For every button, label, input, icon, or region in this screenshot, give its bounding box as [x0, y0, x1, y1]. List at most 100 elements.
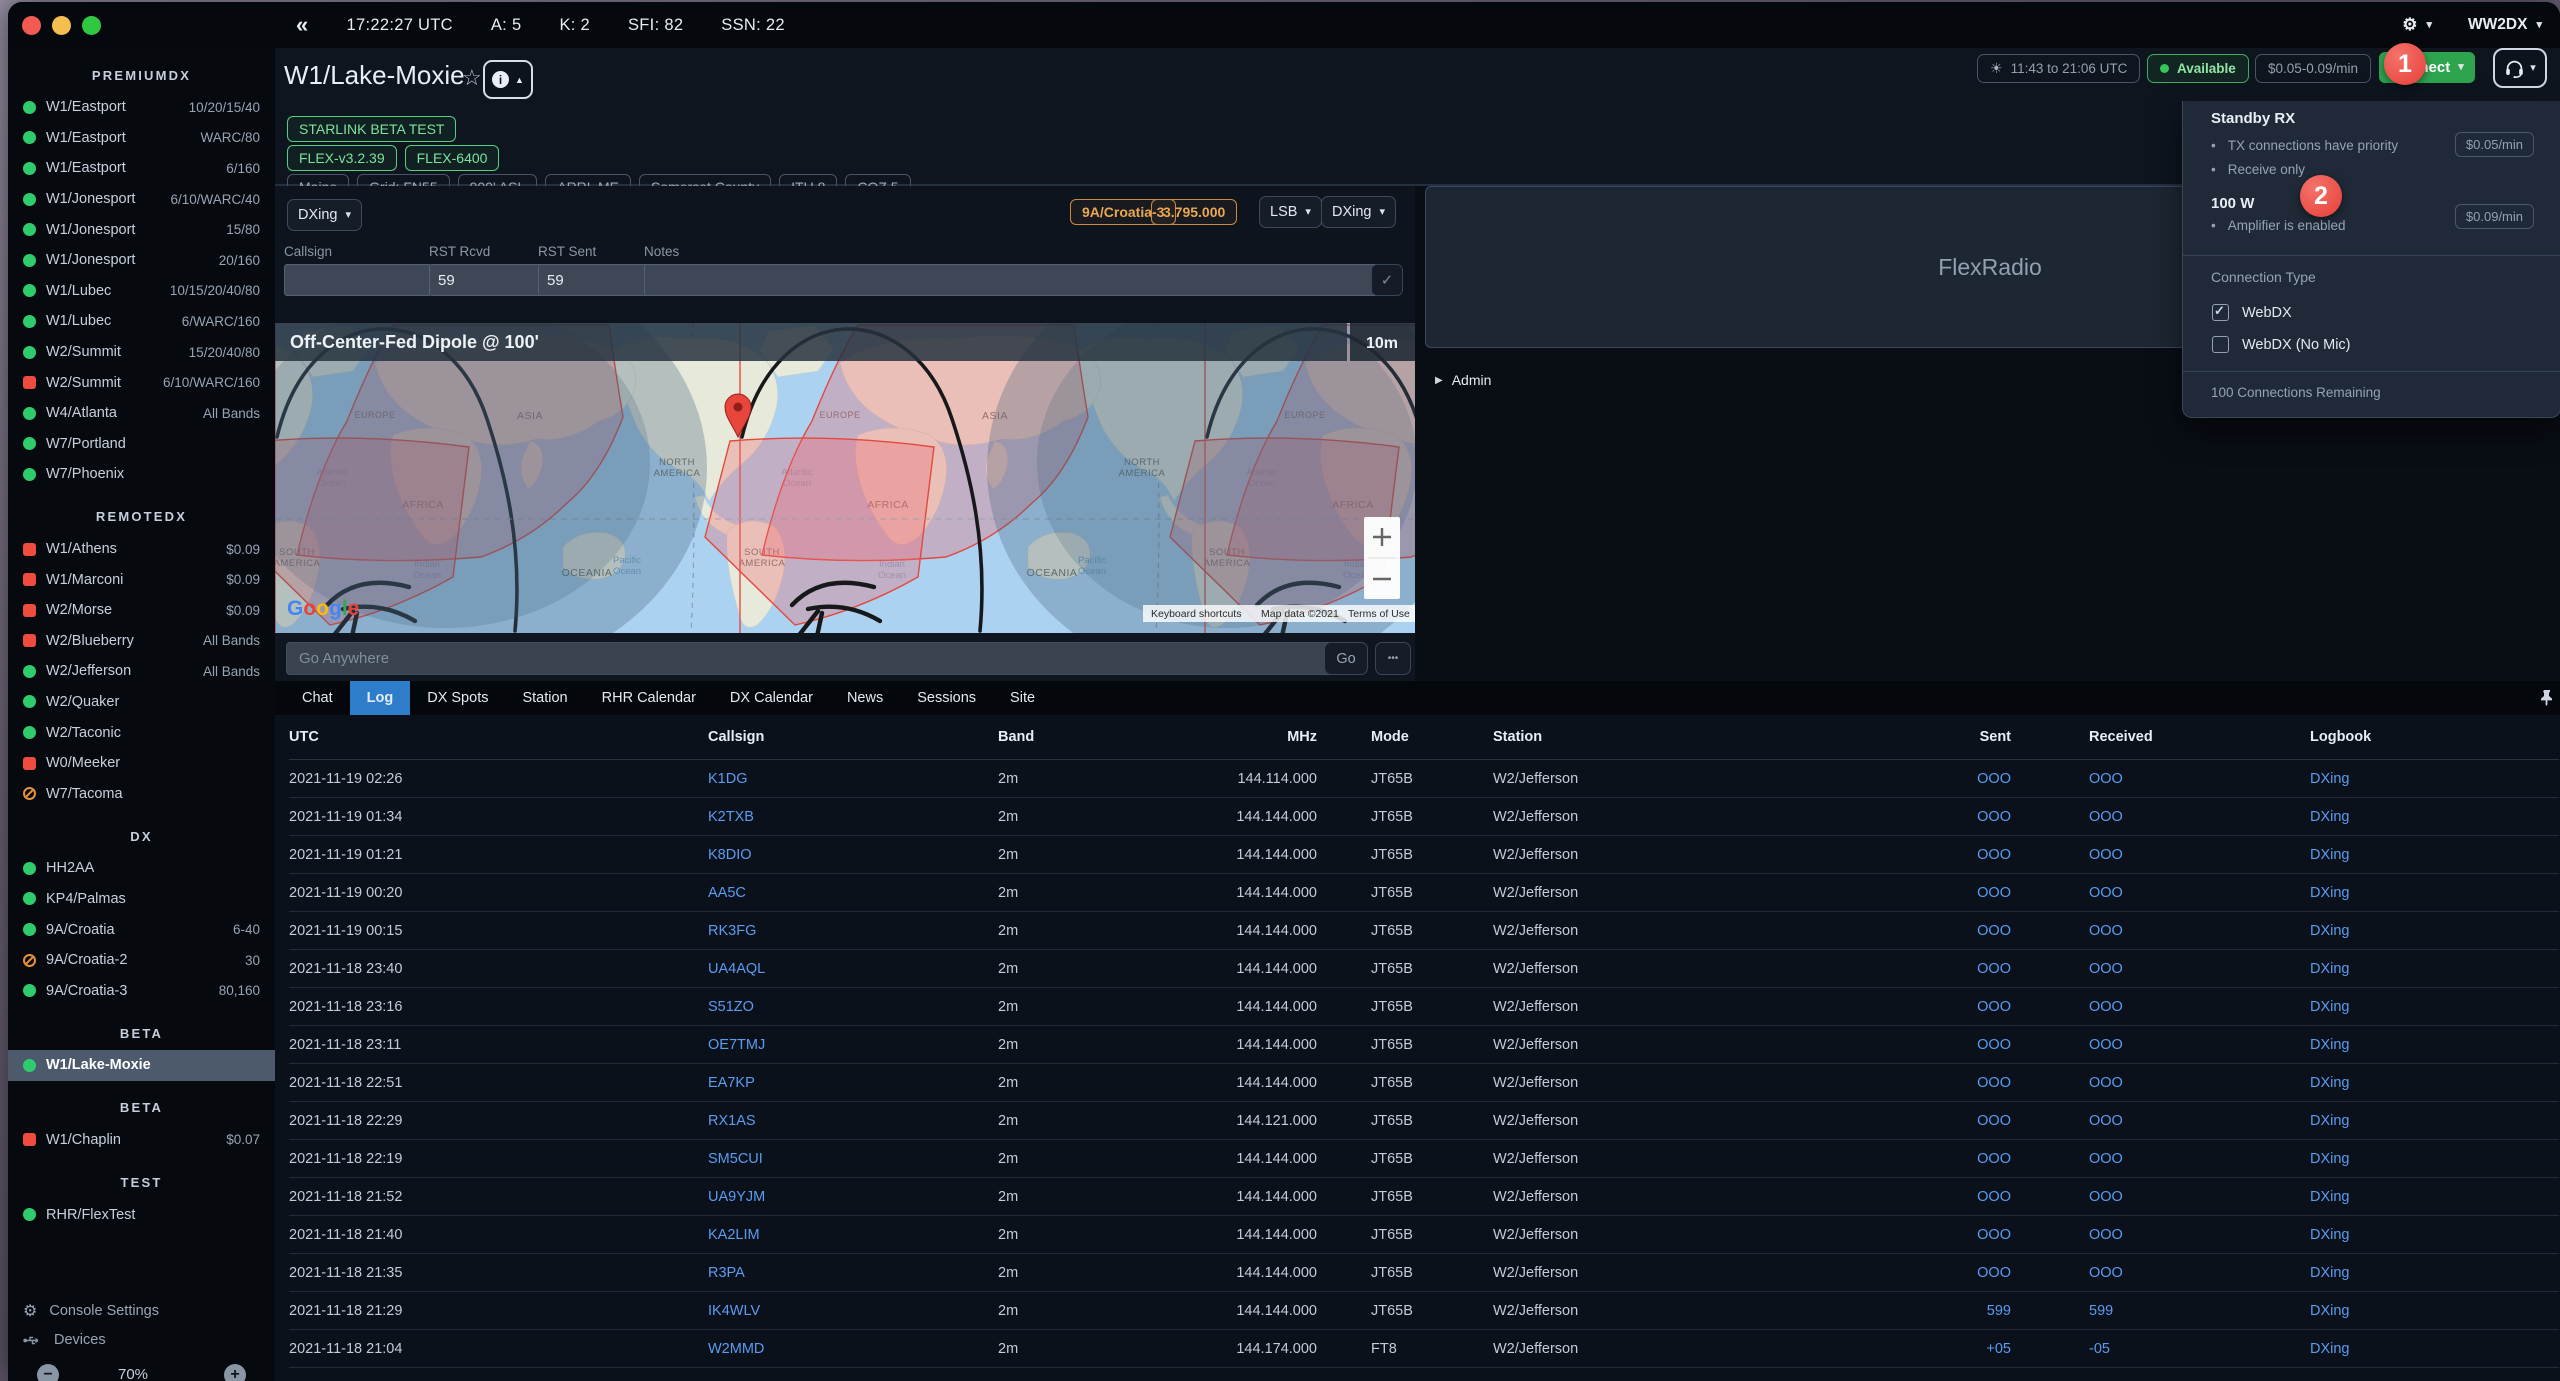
log-mode-select[interactable]: DXing ▾: [287, 199, 363, 231]
cell-rcvd[interactable]: OOO: [2011, 1063, 2310, 1102]
sidebar-item-rhr-flextest[interactable]: RHR/FlexTest: [8, 1199, 275, 1230]
console-settings-button[interactable]: ⚙ Console Settings: [23, 1301, 159, 1321]
sidebar-item-w2-morse[interactable]: W2/Morse $0.09: [8, 595, 275, 626]
sidebar-item-9a-croatia[interactable]: 9A/Croatia 6-40: [8, 914, 275, 945]
cell-log[interactable]: DXing: [2310, 835, 2559, 874]
cell-call[interactable]: R3PA: [708, 1253, 998, 1292]
sidebar-item-w7-phoenix[interactable]: W7/Phoenix: [8, 459, 275, 490]
cell-log[interactable]: DXing: [2310, 1063, 2559, 1102]
cell-rcvd[interactable]: OOO: [2011, 987, 2310, 1026]
cell-log[interactable]: DXing: [2310, 1101, 2559, 1140]
close-window-button[interactable]: [22, 16, 41, 35]
cell-call[interactable]: K2TXB: [708, 797, 998, 836]
tab-dx-spots[interactable]: DX Spots: [410, 681, 505, 715]
cell-sent[interactable]: OOO: [1907, 873, 2011, 912]
callsign-input[interactable]: [284, 264, 432, 296]
cell-call[interactable]: KA2LIM: [708, 1215, 998, 1254]
cell-sent[interactable]: OOO: [1907, 911, 2011, 950]
devices-button[interactable]: Devices: [23, 1332, 106, 1348]
tab-sessions[interactable]: Sessions: [900, 681, 993, 715]
go-anywhere-input[interactable]: [286, 642, 1333, 675]
sidebar-item-w1-lake-moxie[interactable]: W1/Lake-Moxie: [8, 1050, 275, 1081]
rst-rcvd-input[interactable]: [429, 264, 543, 296]
cell-log[interactable]: DXing: [2310, 1253, 2559, 1292]
cell-call[interactable]: OE7TMJ: [708, 1025, 998, 1064]
zoom-window-button[interactable]: [82, 16, 101, 35]
cell-sent[interactable]: +05: [1907, 1329, 2011, 1368]
cell-rcvd[interactable]: OOO: [2011, 1177, 2310, 1216]
cell-log[interactable]: DXing: [2310, 1177, 2559, 1216]
cell-log[interactable]: DXing: [2310, 1215, 2559, 1254]
sidebar-item-w1-chaplin[interactable]: W1/Chaplin $0.07: [8, 1125, 275, 1156]
cell-rcvd[interactable]: OOO: [2011, 1215, 2310, 1254]
cell-rcvd[interactable]: -05: [2011, 1329, 2310, 1368]
sidebar-item-w1-jonesport[interactable]: W1/Jonesport 15/80: [8, 214, 275, 245]
cell-rcvd[interactable]: OOO: [2011, 911, 2310, 950]
cell-call[interactable]: K1DG: [708, 759, 998, 798]
admin-section-toggle[interactable]: ▶ Admin: [1435, 372, 1491, 388]
audio-device-button[interactable]: ▾: [2493, 48, 2547, 88]
info-toggle-button[interactable]: i ▲: [483, 60, 533, 99]
cell-log[interactable]: DXing: [2310, 1025, 2559, 1064]
cell-sent[interactable]: OOO: [1907, 1025, 2011, 1064]
standby-rx-option[interactable]: Standby RX: [2211, 110, 2295, 127]
cell-sent[interactable]: OOO: [1907, 1139, 2011, 1178]
checkbox-icon[interactable]: [2212, 336, 2229, 353]
cell-sent[interactable]: OOO: [1907, 1101, 2011, 1140]
cell-log[interactable]: DXing: [2310, 1139, 2559, 1178]
sidebar-item-w2-quaker[interactable]: W2/Quaker: [8, 687, 275, 718]
cell-rcvd[interactable]: OOO: [2011, 1025, 2310, 1064]
menu-option-webdx[interactable]: WebDX: [2212, 303, 2292, 321]
cell-rcvd[interactable]: OOO: [2011, 949, 2310, 988]
log-qso-button[interactable]: ✓: [1371, 264, 1403, 296]
cell-log[interactable]: DXing: [2310, 797, 2559, 836]
cell-call[interactable]: EA7KP: [708, 1063, 998, 1102]
cell-sent[interactable]: OOO: [1907, 835, 2011, 874]
cell-rcvd[interactable]: 599: [2011, 1291, 2310, 1330]
sidebar-item-w1-lubec[interactable]: W1/Lubec 10/15/20/40/80: [8, 276, 275, 307]
cell-log[interactable]: DXing: [2310, 987, 2559, 1026]
cell-call[interactable]: W2MMD: [708, 1329, 998, 1368]
tab-dx-calendar[interactable]: DX Calendar: [713, 681, 830, 715]
minimize-window-button[interactable]: [52, 16, 71, 35]
cell-rcvd[interactable]: OOO: [2011, 1101, 2310, 1140]
sidebar-item-w1-jonesport[interactable]: W1/Jonesport 20/160: [8, 245, 275, 276]
cell-sent[interactable]: OOO: [1907, 797, 2011, 836]
cell-rcvd[interactable]: OOO: [2011, 1253, 2310, 1292]
cell-call[interactable]: UA9YJM: [708, 1177, 998, 1216]
cell-rcvd[interactable]: OOO: [2011, 797, 2310, 836]
settings-menu[interactable]: ⚙ ▾: [2402, 15, 2432, 35]
cell-call[interactable]: UA4AQL: [708, 949, 998, 988]
cell-sent[interactable]: OOO: [1907, 987, 2011, 1026]
sidebar-item-w1-lubec[interactable]: W1/Lubec 6/WARC/160: [8, 306, 275, 337]
cell-log[interactable]: DXing: [2310, 911, 2559, 950]
sidebar-item-w1-eastport[interactable]: W1/Eastport 6/160: [8, 153, 275, 184]
sidebar-item-w2-jefferson[interactable]: W2/Jefferson All Bands: [8, 656, 275, 687]
checkbox-icon[interactable]: [2212, 303, 2229, 321]
star-icon[interactable]: ☆: [462, 65, 482, 91]
cell-sent[interactable]: 599: [1907, 1291, 2011, 1330]
rst-sent-input[interactable]: [538, 264, 651, 296]
sidebar-item-hh2aa[interactable]: HH2AA: [8, 853, 275, 884]
menu-option-webdx-no-mic[interactable]: WebDX (No Mic): [2212, 336, 2351, 353]
sidebar-item-w2-blueberry[interactable]: W2/Blueberry All Bands: [8, 626, 275, 657]
cell-sent[interactable]: OOO: [1907, 1253, 2011, 1292]
spot-frequency-badge[interactable]: 3.795.000: [1151, 199, 1238, 225]
more-options-button[interactable]: •••: [1375, 642, 1411, 675]
full-power-option[interactable]: 100 W: [2211, 195, 2254, 212]
sidebar-item-9a-croatia-2[interactable]: 9A/Croatia-2 30: [8, 945, 275, 976]
sidebar-item-w1-marconi[interactable]: W1/Marconi $0.09: [8, 564, 275, 595]
cell-call[interactable]: K8DIO: [708, 835, 998, 874]
cell-rcvd[interactable]: OOO: [2011, 873, 2310, 912]
cell-sent[interactable]: OOO: [1907, 1215, 2011, 1254]
sidebar-item-w7-tacoma[interactable]: W7/Tacoma: [8, 778, 275, 809]
mode-select[interactable]: LSB ▾: [1259, 196, 1322, 228]
cell-log[interactable]: DXing: [2310, 949, 2559, 988]
sidebar-item-w1-athens[interactable]: W1/Athens $0.09: [8, 534, 275, 565]
sidebar-item-w1-eastport[interactable]: W1/Eastport WARC/80: [8, 123, 275, 154]
keyboard-shortcuts-link[interactable]: Keyboard shortcuts: [1151, 608, 1241, 620]
tab-news[interactable]: News: [830, 681, 900, 715]
tab-rhr-calendar[interactable]: RHR Calendar: [585, 681, 713, 715]
sidebar-item-w0-meeker[interactable]: W0/Meeker: [8, 748, 275, 779]
cell-call[interactable]: RX1AS: [708, 1101, 998, 1140]
